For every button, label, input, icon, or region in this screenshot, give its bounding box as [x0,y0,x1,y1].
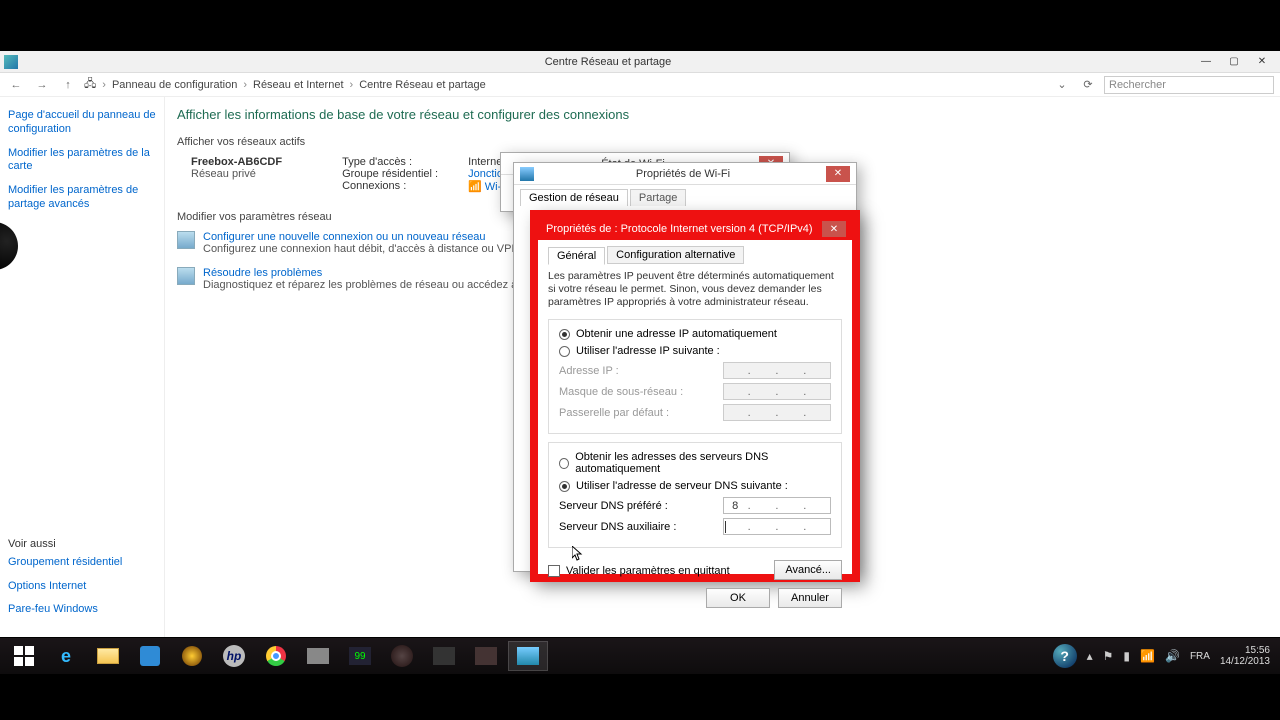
homegroup-label: Groupe résidentiel : [342,168,462,180]
sidebar-link-homegroup[interactable]: Groupement résidentiel [8,556,122,570]
subnet-mask-input: ... [723,383,831,400]
tray-chevron-icon[interactable]: ▴ [1087,649,1093,663]
tab-network[interactable]: Gestion de réseau [520,189,628,206]
network-type: Réseau privé [191,168,256,180]
radio-icon [559,481,570,492]
radio-ip-auto[interactable]: Obtenir une adresse IP automatiquement [559,328,831,340]
dialog-title: Propriétés de : Protocole Internet versi… [544,223,822,235]
wifi-icon [520,167,534,181]
dns1-input[interactable]: 8... [723,497,831,514]
chevron-right-icon: › [102,79,106,91]
clock[interactable]: 15:56 14/12/2013 [1220,645,1270,667]
app-icon-media[interactable] [172,641,212,671]
help-icon[interactable]: ? [1053,644,1077,668]
up-button[interactable]: ↑ [58,75,78,95]
explorer-icon[interactable] [88,641,128,671]
radio-dns-auto[interactable]: Obtenir les adresses des serveurs DNS au… [559,451,831,475]
ip-address-label: Adresse IP : [559,365,723,377]
active-networks-label: Afficher vos réseaux actifs [177,136,1268,148]
ie-icon[interactable]: e [46,641,86,671]
address-bar: ← → ↑ 🖧 › Panneau de configuration › Rés… [0,73,1280,97]
sidebar-link-firewall[interactable]: Pare-feu Windows [8,603,122,617]
chevron-right-icon: › [350,79,354,91]
breadcrumb-root-icon: 🖧 [84,75,96,94]
radio-icon [559,458,569,469]
access-type-label: Type d'accès : [342,156,462,168]
breadcrumb-item[interactable]: Centre Réseau et partage [359,79,486,91]
close-icon[interactable]: ✕ [822,221,846,237]
checkbox-icon [548,565,560,577]
window-titlebar: Centre Réseau et partage — ▢ ✕ [0,51,1280,73]
volume-icon[interactable]: 🔊 [1165,649,1180,663]
language-indicator[interactable]: FRA [1190,651,1210,662]
refresh-button[interactable]: ⟳ [1078,75,1098,95]
wifi-signal-icon: 📶 [468,181,482,193]
gateway-label: Passerelle par défaut : [559,407,723,419]
close-button[interactable]: ✕ [1248,53,1276,71]
new-connection-icon [177,231,195,249]
radio-icon [559,346,570,357]
gateway-input: ... [723,404,831,421]
back-button[interactable]: ← [6,75,26,95]
breadcrumb-item[interactable]: Réseau et Internet [253,79,344,91]
ipv4-properties-dialog: Propriétés de : Protocole Internet versi… [530,210,860,582]
dns2-input[interactable]: ... [723,518,831,535]
see-also-heading: Voir aussi [8,538,122,550]
maximize-button[interactable]: ▢ [1220,53,1248,71]
minimize-button[interactable]: — [1192,53,1220,71]
close-icon[interactable]: ✕ [826,166,850,182]
app-icon-dark3[interactable] [466,641,506,671]
battery-icon[interactable]: ▮ [1123,649,1130,663]
advanced-button[interactable]: Avancé... [774,560,842,580]
control-panel-icon [4,55,18,69]
network-name: Freebox-AB6CDF [191,156,282,168]
dns2-label: Serveur DNS auxiliaire : [559,521,723,533]
taskbar: e hp 99 ? ▴ ⚑ ▮ 📶 🔊 FRA 15:56 14/12/2013 [0,638,1280,674]
radio-icon [559,329,570,340]
hp-icon[interactable]: hp [214,641,254,671]
ipv4-desc: Les paramètres IP peuvent être déterminé… [548,270,842,309]
validate-checkbox[interactable]: Valider les paramètres en quittant [548,565,730,577]
start-button[interactable] [4,641,44,671]
taskbar-active-window[interactable] [508,641,548,671]
radio-ip-manual[interactable]: Utiliser l'adresse IP suivante : [559,345,831,357]
sidebar: Page d'accueil du panneau de configurati… [0,97,165,637]
chrome-icon[interactable] [256,641,296,671]
sidebar-link-sharing[interactable]: Modifier les paramètres de partage avanc… [8,184,156,212]
sidebar-link-home[interactable]: Page d'accueil du panneau de configurati… [8,109,156,137]
breadcrumb-item[interactable]: Panneau de configuration [112,79,237,91]
chevron-right-icon: › [243,79,247,91]
dialog-title: Propriétés de Wi-Fi [540,168,826,180]
app-icon-blue[interactable] [130,641,170,671]
app-icon-dark1[interactable] [382,641,422,671]
search-input[interactable]: Rechercher [1104,76,1274,94]
app-icon-99[interactable]: 99 [340,641,380,671]
sidebar-link-inetopt[interactable]: Options Internet [8,580,122,594]
dns-group: Obtenir les adresses des serveurs DNS au… [548,442,842,548]
breadcrumb[interactable]: 🖧 › Panneau de configuration › Réseau et… [84,75,1046,94]
ok-button[interactable]: OK [706,588,770,608]
dns1-label: Serveur DNS préféré : [559,500,723,512]
tab-sharing[interactable]: Partage [630,189,687,206]
radio-dns-manual[interactable]: Utiliser l'adresse de serveur DNS suivan… [559,480,831,492]
connections-label: Connexions : [342,180,462,193]
window-title: Centre Réseau et partage [24,56,1192,68]
system-tray: ? ▴ ⚑ ▮ 📶 🔊 FRA 15:56 14/12/2013 [1053,644,1276,668]
ip-group: Obtenir une adresse IP automatiquement U… [548,319,842,434]
cancel-button[interactable]: Annuler [778,588,842,608]
network-tray-icon[interactable]: 📶 [1140,649,1155,663]
sidebar-link-adapter[interactable]: Modifier les paramètres de la carte [8,147,156,175]
action-center-icon[interactable]: ⚑ [1103,649,1114,663]
page-heading: Afficher les informations de base de vot… [177,107,1268,122]
troubleshoot-icon [177,267,195,285]
ip-address-input: ... [723,362,831,379]
history-dropdown[interactable]: ⌄ [1052,75,1072,95]
tab-general[interactable]: Général [548,247,605,265]
app-icon-dark2[interactable] [424,641,464,671]
app-icon-grey[interactable] [298,641,338,671]
forward-button[interactable]: → [32,75,52,95]
subnet-mask-label: Masque de sous-réseau : [559,386,723,398]
tab-alt-config[interactable]: Configuration alternative [607,246,744,264]
